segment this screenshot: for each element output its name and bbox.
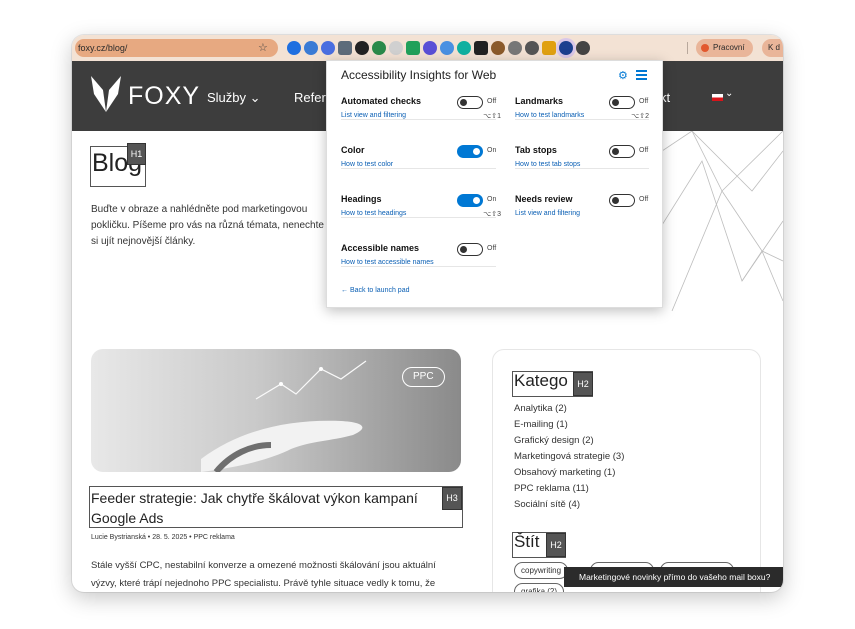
toggle-state: Off [487,245,497,252]
tag-pill[interactable]: grafika (2) [514,583,565,592]
toggle-label: Tab stops [515,145,557,155]
extension-icon[interactable] [457,41,471,55]
toggle-state: Off [487,98,497,105]
row-divider [515,119,649,120]
toggle-switch[interactable] [609,96,635,109]
help-link[interactable]: How to test landmarks [515,112,584,119]
bookmark-star-icon[interactable]: ☆ [258,39,268,57]
help-link[interactable]: How to test accessible names [341,259,434,266]
row-divider [341,217,496,218]
newsletter-banner[interactable]: Marketingové novinky přímo do vašeho mai… [564,567,783,587]
toggle-switch[interactable] [457,96,483,109]
toggle-state: On [487,147,497,154]
extension-icon[interactable] [338,41,352,55]
categories-title: Katego [514,371,568,390]
extension-icon[interactable] [406,41,420,55]
toggle-switch[interactable] [457,194,483,207]
profile-label: Pracovní [713,43,745,52]
h1-tag: H1 [127,143,146,165]
toggle-state: On [487,196,497,203]
hamburger-menu-icon[interactable] [636,70,647,82]
help-link[interactable]: How to test tab stops [515,161,580,168]
extension-icon[interactable] [440,41,454,55]
blog-intro: Buďte v obraze a nahlédněte pod marketin… [91,204,324,247]
h2-tag: H2 [546,533,566,557]
toggle-label: Headings [341,194,382,204]
extension-icon[interactable] [321,41,335,55]
help-link[interactable]: How to test headings [341,210,406,217]
category-item[interactable]: Grafický design (2) [514,433,624,449]
address-bar[interactable]: foxy.cz/blog/ [75,39,278,57]
category-list: Analytika (2) E-mailing (1) Grafický des… [514,401,624,513]
toggle-switch[interactable] [457,145,483,158]
extension-icon[interactable] [491,41,505,55]
extension-icon[interactable] [423,41,437,55]
toggle-switch[interactable] [457,243,483,256]
category-item[interactable]: Obsahový marketing (1) [514,465,624,481]
extension-icon[interactable] [372,41,386,55]
tag-pill[interactable]: copywriting [514,562,569,579]
browser-toolbar: foxy.cz/blog/ ☆ Pracovní K d [72,35,783,61]
extension-icon[interactable] [576,41,590,55]
extension-icon[interactable] [525,41,539,55]
toggle-label: Color [341,145,365,155]
category-item[interactable]: PPC reklama (11) [514,481,624,497]
article-meta: Lucie Bystrianská • 28. 5. 2025 • PPC re… [91,534,235,541]
row-divider [341,119,496,120]
toggle-state: Off [639,147,649,154]
accessibility-insights-extension-icon[interactable] [559,41,573,55]
toggle-label: Automated checks [341,96,422,106]
h3-tag: H3 [442,487,462,510]
row-divider [341,266,496,267]
popup-title: Accessibility Insights for Web [341,68,497,82]
toggle-state: Off [639,98,649,105]
accessibility-insights-popup: Accessibility Insights for Web ⚙ Automat… [326,60,663,308]
category-item[interactable]: Analytika (2) [514,401,624,417]
foxy-logo-icon[interactable] [91,76,121,112]
extension-icon[interactable] [474,41,488,55]
extensions-bar [287,40,590,56]
article-category-badge[interactable]: PPC [402,367,445,387]
article-image[interactable] [91,349,461,472]
row-divider [515,168,649,169]
toggle-state: Off [639,196,649,203]
help-link[interactable]: How to test color [341,161,393,168]
gear-icon[interactable]: ⚙ [618,69,628,82]
second-profile-button[interactable]: K d [762,39,783,57]
nav-sluzby[interactable]: Služby ⌄ [207,90,261,106]
extension-icon[interactable] [304,41,318,55]
brand-name[interactable]: FOXY [128,82,200,111]
toggle-label: Landmarks [515,96,564,106]
language-chevron-icon[interactable]: ⌄ [725,88,733,99]
category-item[interactable]: Sociální sítě (4) [514,497,624,513]
extension-icon[interactable] [508,41,522,55]
browser-window: foxy.cz/blog/ ☆ Pracovní K d FOXY Služby… [72,35,783,592]
czech-flag-icon[interactable] [712,94,723,101]
toggle-switch[interactable] [609,145,635,158]
back-to-launch-pad-link[interactable]: ← Back to launch pad [341,287,410,294]
extension-icon[interactable] [355,41,369,55]
toggle-label: Needs review [515,194,573,204]
profile-button[interactable]: Pracovní [696,39,753,57]
toolbar-divider [687,42,688,54]
extension-icon[interactable] [287,41,301,55]
extension-icon[interactable] [542,41,556,55]
toggle-label: Accessible names [341,243,420,253]
tags-title: Štít [514,532,540,551]
profile-avatar-icon [701,44,709,52]
article-excerpt: Stále vyšší CPC, nestabilní konverze a o… [91,560,436,589]
help-link[interactable]: List view and filtering [515,210,580,217]
article-title[interactable]: Feeder strategie: Jak chytře škálovat vý… [91,488,441,528]
help-link[interactable]: List view and filtering [341,112,406,119]
toggle-switch[interactable] [609,194,635,207]
row-divider [341,168,496,169]
category-item[interactable]: Marketingová strategie (3) [514,449,624,465]
h2-tag: H2 [573,372,593,396]
category-item[interactable]: E-mailing (1) [514,417,624,433]
extension-icon[interactable] [389,41,403,55]
